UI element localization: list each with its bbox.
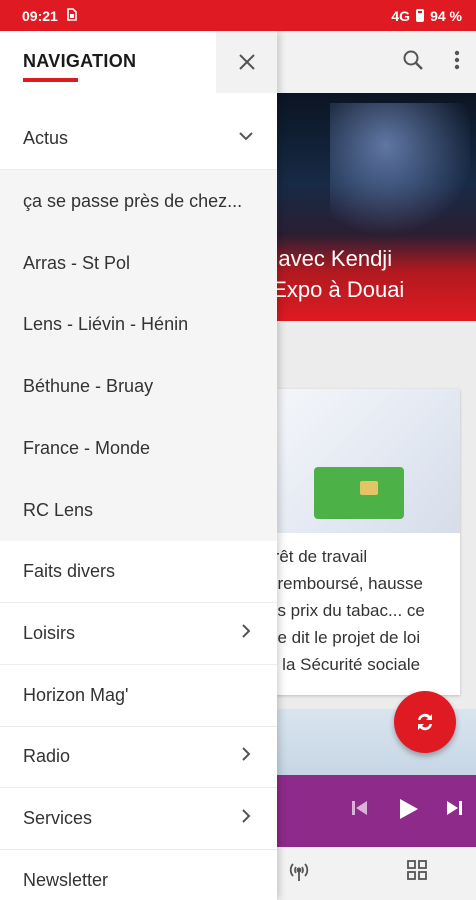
refresh-icon: [418, 713, 432, 731]
previous-icon[interactable]: [350, 797, 370, 825]
card-chip: [360, 481, 378, 495]
chevron-down-icon: [234, 127, 258, 151]
battery-icon: [416, 9, 425, 22]
hero-image: [330, 103, 470, 243]
article-card[interactable]: rrêt de travail éremboursé, hausse es pr…: [260, 389, 460, 695]
more-icon[interactable]: [444, 49, 470, 75]
next-icon[interactable]: [444, 797, 464, 825]
menu-item-lens-lievin-henin[interactable]: Lens - Liévin - Hénin: [0, 293, 277, 355]
search-icon[interactable]: [400, 49, 426, 75]
radio-icon[interactable]: [286, 859, 312, 889]
network-label: 4G: [391, 7, 411, 24]
article-thumbnail: [260, 389, 460, 533]
close-icon: [238, 54, 255, 70]
menu-item-arras[interactable]: Arras - St Pol: [0, 232, 277, 294]
menu-item-newsletter[interactable]: Newsletter: [0, 850, 277, 900]
vitale-card-image: [314, 467, 404, 519]
menu-item-actus[interactable]: Actus: [0, 108, 277, 170]
menu-item-faits-divers[interactable]: Faits divers: [0, 541, 277, 603]
chevron-right-icon: [234, 622, 258, 646]
article-text: rrêt de travail éremboursé, hausse es pr…: [268, 547, 425, 674]
refresh-button[interactable]: [394, 691, 456, 753]
menu-item-services[interactable]: Services: [0, 788, 277, 850]
menu-item-bethune[interactable]: Béthune - Bruay: [0, 355, 277, 417]
chevron-right-icon: [234, 745, 258, 769]
hero-title: é avec Kendji t Expo à Douai: [260, 246, 405, 302]
drawer-title: NAVIGATION: [23, 51, 137, 71]
play-icon[interactable]: [396, 797, 420, 828]
chevron-right-icon: [234, 807, 258, 831]
close-button[interactable]: [216, 31, 277, 93]
grid-icon[interactable]: [406, 859, 428, 887]
sim-icon: [66, 7, 77, 24]
clock: 09:21: [22, 7, 58, 24]
menu-item-rc-lens[interactable]: RC Lens: [0, 479, 277, 541]
status-bar: 09:21 4G 94 %: [0, 0, 476, 31]
title-underline: [23, 78, 78, 82]
menu-item-pres-de-chez[interactable]: ça se passe près de chez...: [0, 170, 277, 232]
battery-level: 94 %: [430, 7, 462, 24]
menu-item-horizon-mag[interactable]: Horizon Mag': [0, 665, 277, 727]
drawer-header: NAVIGATION: [0, 31, 277, 93]
navigation-drawer: NAVIGATION Actus ça se passe près de che…: [0, 31, 277, 900]
menu-item-france-monde[interactable]: France - Monde: [0, 417, 277, 479]
menu-item-radio[interactable]: Radio: [0, 726, 277, 788]
menu-item-loisirs[interactable]: Loisirs: [0, 603, 277, 665]
